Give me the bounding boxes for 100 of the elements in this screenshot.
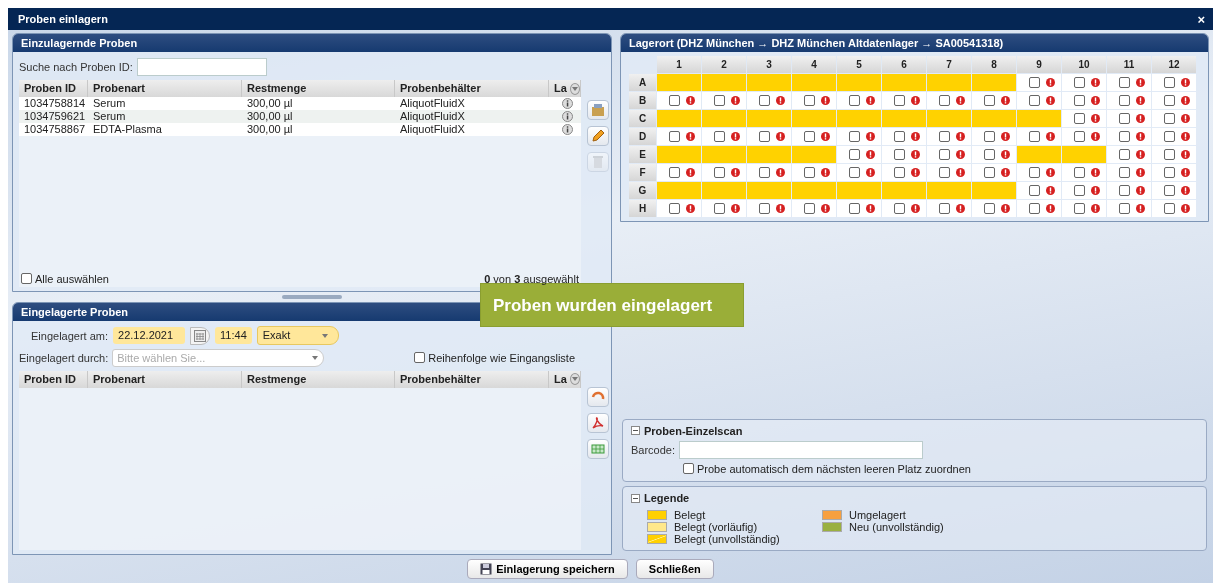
- free-slot[interactable]: [747, 200, 791, 217]
- checkbox[interactable]: [759, 167, 770, 178]
- checkbox[interactable]: [1119, 95, 1130, 106]
- free-slot[interactable]: [1062, 74, 1106, 91]
- free-slot[interactable]: [1017, 74, 1061, 91]
- column-header[interactable]: Restmenge: [242, 370, 395, 388]
- checkbox[interactable]: [1119, 131, 1130, 142]
- checkbox[interactable]: [939, 95, 950, 106]
- checkbox[interactable]: [1074, 203, 1085, 214]
- undo-button[interactable]: [587, 386, 609, 407]
- free-slot[interactable]: [657, 128, 701, 145]
- checkbox[interactable]: [714, 203, 725, 214]
- free-slot[interactable]: [972, 146, 1016, 163]
- checkbox[interactable]: [1164, 185, 1175, 196]
- free-slot[interactable]: [882, 164, 926, 181]
- spreadsheet-button[interactable]: [587, 438, 609, 459]
- checkbox[interactable]: [804, 95, 815, 106]
- free-slot[interactable]: [1062, 92, 1106, 109]
- free-slot[interactable]: [1107, 182, 1151, 199]
- checkbox[interactable]: [759, 203, 770, 214]
- checkbox[interactable]: [894, 149, 905, 160]
- checkbox[interactable]: [939, 131, 950, 142]
- checkbox[interactable]: [894, 95, 905, 106]
- free-slot[interactable]: [972, 92, 1016, 109]
- free-slot[interactable]: [702, 128, 746, 145]
- barcode-field[interactable]: [679, 440, 924, 459]
- checkbox[interactable]: [1164, 167, 1175, 178]
- free-slot[interactable]: [1107, 92, 1151, 109]
- dropdown-button[interactable]: [569, 373, 580, 385]
- free-slot[interactable]: [792, 164, 836, 181]
- free-slot[interactable]: [927, 164, 971, 181]
- free-slot[interactable]: [882, 128, 926, 145]
- edit-button[interactable]: [587, 126, 609, 146]
- collapse-toggle[interactable]: [631, 426, 640, 435]
- free-slot[interactable]: [927, 128, 971, 145]
- checkbox[interactable]: [669, 131, 680, 142]
- collapse-toggle[interactable]: [631, 493, 640, 503]
- free-slot[interactable]: [837, 92, 881, 109]
- checkbox[interactable]: [1074, 77, 1085, 88]
- free-slot[interactable]: [792, 92, 836, 109]
- column-header[interactable]: Probenbehälter: [395, 370, 549, 388]
- checkbox[interactable]: [984, 203, 995, 214]
- time-field[interactable]: 11:44: [215, 327, 252, 344]
- free-slot[interactable]: [702, 200, 746, 217]
- free-slot[interactable]: [1107, 110, 1151, 127]
- checkbox[interactable]: [1074, 185, 1085, 196]
- checkbox[interactable]: [1119, 185, 1130, 196]
- checkbox[interactable]: [804, 167, 815, 178]
- checkbox[interactable]: [1074, 95, 1085, 106]
- pdf-button[interactable]: [587, 412, 609, 433]
- checkbox[interactable]: [714, 95, 725, 106]
- free-slot[interactable]: [927, 146, 971, 163]
- free-slot[interactable]: [1152, 200, 1196, 217]
- checkbox[interactable]: [1029, 131, 1040, 142]
- checkbox[interactable]: [759, 131, 770, 142]
- checkbox[interactable]: [1119, 167, 1130, 178]
- free-slot[interactable]: [1152, 128, 1196, 145]
- close-button[interactable]: ×: [1197, 11, 1205, 27]
- checkbox[interactable]: [939, 203, 950, 214]
- checkbox[interactable]: [894, 167, 905, 178]
- free-slot[interactable]: [1107, 74, 1151, 91]
- checkbox[interactable]: [849, 167, 860, 178]
- free-slot[interactable]: [657, 200, 701, 217]
- checkbox[interactable]: [414, 352, 426, 363]
- column-header-cell[interactable]: La: [549, 370, 581, 388]
- column-header[interactable]: Proben ID: [19, 370, 88, 388]
- checkbox[interactable]: [683, 463, 694, 474]
- free-slot[interactable]: [747, 92, 791, 109]
- free-slot[interactable]: [747, 128, 791, 145]
- free-slot[interactable]: [1017, 164, 1061, 181]
- free-slot[interactable]: [1062, 182, 1106, 199]
- free-slot[interactable]: [927, 92, 971, 109]
- free-slot[interactable]: [702, 92, 746, 109]
- free-slot[interactable]: [837, 200, 881, 217]
- checkbox[interactable]: [1029, 95, 1040, 106]
- checkbox[interactable]: [894, 131, 905, 142]
- search-field[interactable]: [136, 58, 267, 76]
- checkbox[interactable]: [714, 131, 725, 142]
- checkbox[interactable]: [1164, 149, 1175, 160]
- checkbox[interactable]: [984, 167, 995, 178]
- checkbox[interactable]: [1164, 77, 1175, 88]
- free-slot[interactable]: [1062, 200, 1106, 217]
- free-slot[interactable]: [1152, 146, 1196, 163]
- free-slot[interactable]: [1107, 146, 1151, 163]
- mode-dropdown[interactable]: Exakt: [256, 326, 339, 345]
- column-header[interactable]: Probenart: [88, 370, 242, 388]
- free-slot[interactable]: [972, 200, 1016, 217]
- free-slot[interactable]: [1062, 128, 1106, 145]
- checkbox[interactable]: [669, 203, 680, 214]
- checkbox[interactable]: [984, 131, 995, 142]
- free-slot[interactable]: [1017, 200, 1061, 217]
- box-button[interactable]: [587, 100, 609, 120]
- checkbox[interactable]: [1074, 113, 1085, 124]
- checkbox[interactable]: [1164, 95, 1175, 106]
- free-slot[interactable]: [1107, 164, 1151, 181]
- checkbox[interactable]: [849, 131, 860, 142]
- checkbox[interactable]: [1164, 131, 1175, 142]
- checkbox[interactable]: [984, 149, 995, 160]
- calendar-button[interactable]: [190, 326, 211, 345]
- checkbox[interactable]: [1119, 77, 1130, 88]
